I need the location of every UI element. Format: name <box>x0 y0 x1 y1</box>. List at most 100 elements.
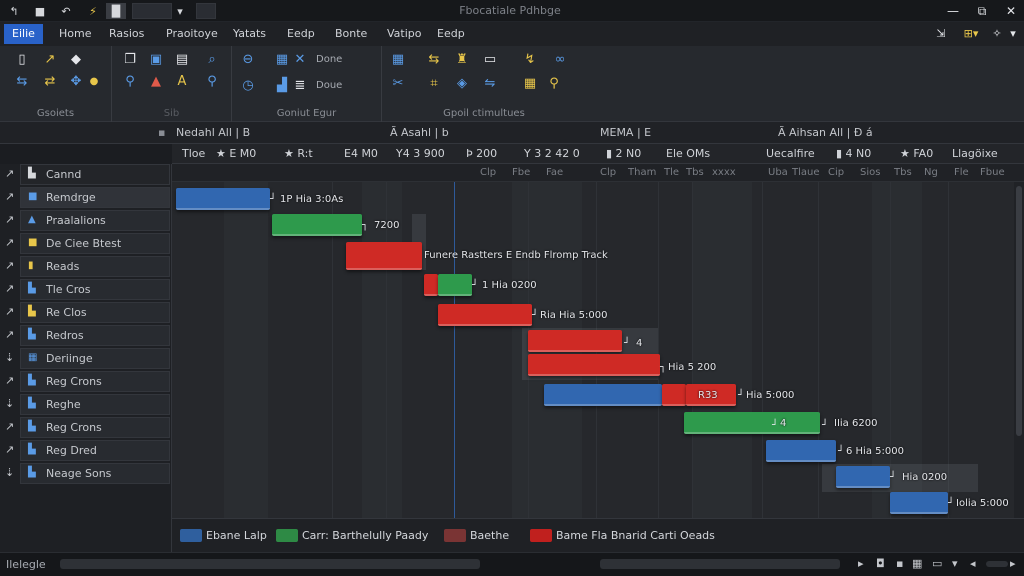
route-icon[interactable]: ↯ <box>522 52 538 68</box>
search-icon[interactable]: ⚲ <box>204 74 220 90</box>
search-icon[interactable]: ⚲ <box>546 76 562 92</box>
horizontal-scrollbar-left[interactable] <box>60 559 480 569</box>
column-header[interactable]: Y 3 2 42 0 <box>524 147 580 160</box>
expand-icon[interactable]: ⇲ <box>934 27 948 41</box>
column-header[interactable]: ★ R:t <box>284 147 313 160</box>
zoom-in-icon[interactable]: ▸ <box>1010 557 1016 570</box>
text-icon[interactable]: A <box>174 74 190 90</box>
task-cell[interactable] <box>20 348 170 369</box>
cursor-icon[interactable]: ↗ <box>42 52 58 68</box>
filter-icon[interactable]: ▾ <box>952 557 958 570</box>
expand-icon[interactable]: ↗ <box>5 328 14 341</box>
link-icon[interactable]: ⊖ <box>240 52 256 68</box>
flow-icon[interactable]: ⇆ <box>426 52 442 68</box>
grid-icon[interactable]: ▦ <box>274 52 290 68</box>
horizontal-scrollbar-right[interactable] <box>600 559 840 569</box>
task-bar[interactable] <box>272 214 362 236</box>
tab-praoitoye[interactable]: Praoitoye <box>158 24 226 44</box>
task-bar[interactable] <box>438 304 532 326</box>
customize-dropdown-icon[interactable]: ▾ <box>174 3 186 19</box>
column-header[interactable]: E4 M0 <box>344 147 378 160</box>
zoom-out-icon[interactable]: ◂ <box>970 557 976 570</box>
task-cell[interactable] <box>20 164 170 185</box>
expand-icon[interactable]: ↗ <box>5 282 14 295</box>
expand-icon[interactable]: ↗ <box>5 305 14 318</box>
sparkle-icon[interactable]: ✧ <box>990 27 1004 41</box>
tab-rasios[interactable]: Rasios <box>101 24 152 44</box>
tab-home[interactable]: Home <box>51 24 99 44</box>
connect-icon[interactable]: ⇋ <box>482 76 498 92</box>
tab-file[interactable]: Eilie <box>4 24 43 44</box>
task-row[interactable]: ↗ ▙ Tle Cros <box>0 279 172 301</box>
settings-icon[interactable]: ● <box>86 74 102 90</box>
column-header[interactable]: Llagöixe <box>952 147 998 160</box>
chart-icon[interactable]: ▤ <box>174 52 190 68</box>
column-group-header[interactable]: Nedahl All | B <box>176 126 250 139</box>
redo-icon[interactable]: ■ <box>30 3 50 19</box>
task-row[interactable]: ↗ ▲ Praalalions <box>0 210 172 232</box>
expand-icon[interactable]: ↗ <box>5 420 14 433</box>
tab-yatats[interactable]: Yatats <box>225 24 274 44</box>
expand-icon[interactable]: ⇣ <box>5 351 14 364</box>
layout-icon[interactable]: ⊞▾ <box>958 27 984 41</box>
task-row[interactable]: ↗ ▮ Reads <box>0 256 172 278</box>
expand-icon[interactable]: ↗ <box>5 236 14 249</box>
shape-icon[interactable]: ◈ <box>454 76 470 92</box>
tab-vatipo[interactable]: Vatipo <box>379 24 430 44</box>
pin-icon[interactable]: ⚡ <box>84 3 102 19</box>
column-header[interactable]: ★ FA0 <box>900 147 933 160</box>
timer-icon[interactable]: ◷ <box>240 78 256 94</box>
tab-eedp-2[interactable]: Eedp <box>429 24 473 44</box>
column-header[interactable]: Uecalfire <box>766 147 815 160</box>
task-row[interactable]: ↗ ■ Remdrge <box>0 187 172 209</box>
trophy-icon[interactable]: ♜ <box>454 52 470 68</box>
done-field[interactable]: Done <box>316 54 342 65</box>
minimize-button[interactable]: — <box>944 2 962 20</box>
grid-icon[interactable]: ▦ <box>522 76 538 92</box>
task-cell[interactable] <box>20 279 170 300</box>
tab-eedp[interactable]: Eedp <box>279 24 323 44</box>
ribbon-options-icon[interactable]: ▾ <box>1006 27 1020 41</box>
task-bar[interactable] <box>438 274 472 296</box>
restore-button[interactable]: ⧉ <box>973 2 991 20</box>
diamond-icon[interactable]: ◆ <box>68 52 84 68</box>
delete-icon[interactable]: ✕ <box>292 52 308 68</box>
task-bar[interactable] <box>662 384 686 406</box>
doue-field[interactable]: Doue <box>316 80 342 91</box>
column-header[interactable]: Tloe <box>182 147 205 160</box>
expand-icon[interactable]: ↗ <box>5 190 14 203</box>
task-bar[interactable] <box>544 384 662 406</box>
column-header[interactable]: ▮ 4 N0 <box>836 147 871 160</box>
stop-icon[interactable]: ▪ <box>896 557 903 570</box>
column-header[interactable]: ▮ 2 N0 <box>606 147 641 160</box>
task-row[interactable]: ⇣ ▙ Neage Sons <box>0 463 172 485</box>
link-icon[interactable]: ⇆ <box>14 74 30 90</box>
task-row[interactable]: ↗ ▙ Reg Dred <box>0 440 172 462</box>
document-icon[interactable]: ▯ <box>14 52 30 68</box>
list-icon[interactable]: ≣ <box>292 78 308 94</box>
task-bar[interactable] <box>836 466 890 488</box>
tab-bonte[interactable]: Bonte <box>327 24 375 44</box>
task-bar[interactable] <box>346 242 422 270</box>
blocks-icon[interactable]: ▟ <box>274 78 290 94</box>
scrollbar-thumb[interactable] <box>1016 186 1022 436</box>
task-cell[interactable] <box>20 302 170 323</box>
task-row[interactable]: ↗ ▙ Redros <box>0 325 172 347</box>
task-bar[interactable] <box>528 330 622 352</box>
link-icon[interactable]: ∞ <box>552 52 568 68</box>
quick-access-field[interactable] <box>132 3 172 19</box>
display-icon[interactable]: ▭ <box>932 557 942 570</box>
grid-icon[interactable]: ▦ <box>390 52 406 68</box>
column-group-header[interactable]: MEMA | E <box>600 126 651 139</box>
filter-icon[interactable]: ⚲ <box>122 74 138 90</box>
play-icon[interactable]: ▸ <box>858 557 864 570</box>
quick-access-blank[interactable] <box>196 3 216 19</box>
tools-icon[interactable]: ✂ <box>390 76 406 92</box>
task-bar[interactable] <box>890 492 948 514</box>
collapse-icon[interactable]: ▪ <box>158 126 165 139</box>
expand-icon[interactable]: ↗ <box>5 213 14 226</box>
task-cell[interactable] <box>20 325 170 346</box>
column-header[interactable]: ★ E M0 <box>216 147 256 160</box>
expand-icon[interactable]: ⇣ <box>5 397 14 410</box>
column-group-header[interactable]: Ã Asahl | b <box>390 126 449 139</box>
